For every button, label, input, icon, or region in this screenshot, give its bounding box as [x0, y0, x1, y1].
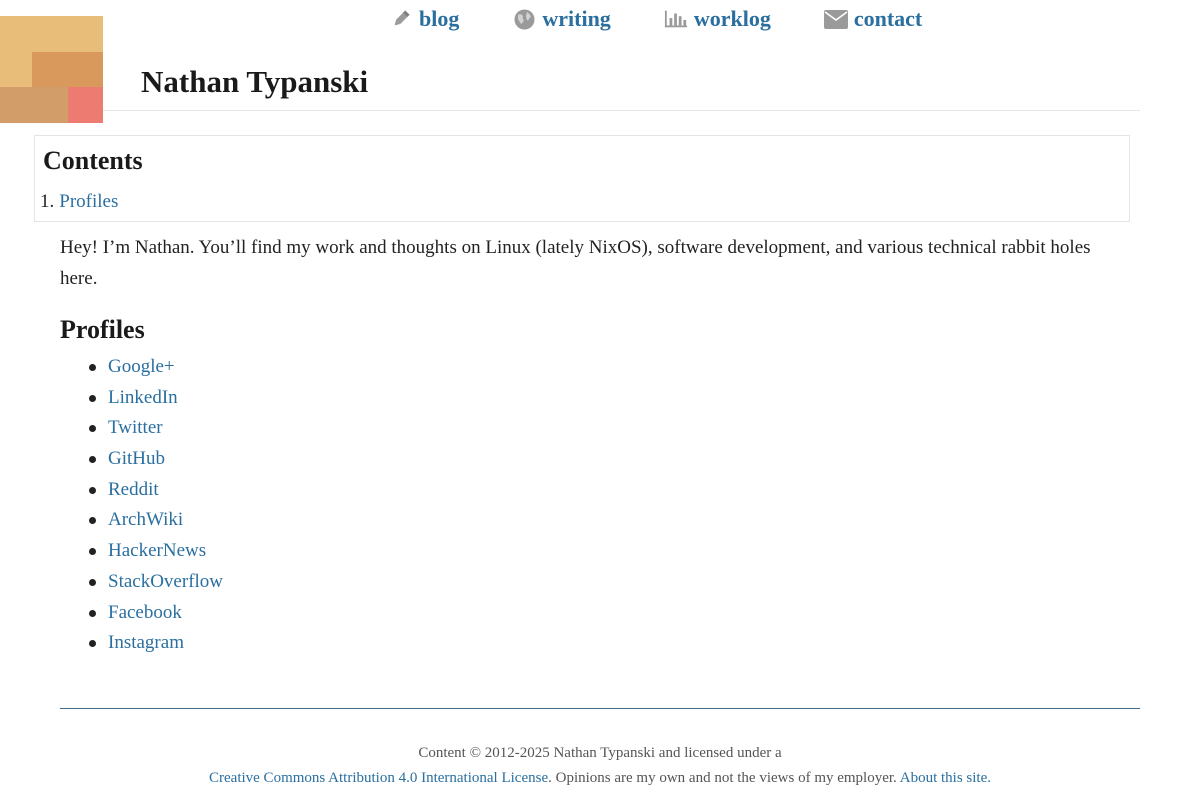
footer-line-2: Creative Commons Attribution 4.0 Interna…	[0, 766, 1200, 791]
profile-link-twitter[interactable]: Twitter	[108, 417, 163, 438]
profiles-list: Google+ LinkedIn Twitter GitHub Reddit A…	[88, 352, 223, 659]
list-item: Instagram	[88, 628, 223, 659]
header-divider	[103, 110, 1140, 111]
table-of-contents: Contents 1. Profiles	[34, 135, 1130, 222]
footer: Content © 2012-2025 Nathan Typanski and …	[0, 741, 1200, 791]
profile-link-reddit[interactable]: Reddit	[108, 479, 159, 500]
nav-label: contact	[853, 6, 923, 31]
profiles-heading: Profiles	[60, 315, 145, 344]
envelope-icon	[823, 8, 848, 30]
footer-copyright: Content © 2012-2025 Nathan Typanski and …	[418, 745, 782, 761]
site-logo[interactable]	[0, 16, 103, 123]
toc-item-number: 1.	[40, 191, 55, 212]
globe-icon	[512, 8, 536, 30]
license-link[interactable]: Creative Commons Attribution 4.0 Interna…	[209, 770, 548, 786]
pencil-icon	[389, 8, 413, 30]
logo-block-accent	[68, 87, 103, 123]
list-item: Reddit	[88, 475, 223, 506]
list-item: GitHub	[88, 444, 223, 475]
list-item: Twitter	[88, 413, 223, 444]
list-item: Facebook	[88, 598, 223, 629]
toc-title: Contents	[43, 146, 143, 175]
nav-link-blog[interactable]: blog	[389, 6, 459, 32]
list-item: StackOverflow	[88, 567, 223, 598]
list-item: Google+	[88, 352, 223, 383]
intro-paragraph: Hey! I’m Nathan. You’ll find my work and…	[60, 237, 1091, 289]
profile-link-hackernews[interactable]: HackerNews	[108, 540, 206, 561]
nav-label: writing	[542, 6, 611, 31]
list-item: HackerNews	[88, 536, 223, 567]
page: blog writing worklog contact Nathan Typa…	[0, 0, 1200, 800]
footer-opinion-text: . Opinions are my own and not the views …	[548, 770, 900, 786]
profile-link-instagram[interactable]: Instagram	[108, 632, 184, 653]
nav-link-worklog[interactable]: worklog	[664, 6, 771, 32]
footer-divider	[60, 708, 1140, 709]
about-site-link[interactable]: About this site.	[900, 770, 991, 786]
toc-link-profiles[interactable]: Profiles	[59, 191, 118, 212]
profile-link-stackoverflow[interactable]: StackOverflow	[108, 571, 223, 592]
logo-block	[0, 87, 68, 123]
nav-link-contact[interactable]: contact	[823, 6, 923, 32]
profile-link-facebook[interactable]: Facebook	[108, 602, 182, 623]
list-item: LinkedIn	[88, 383, 223, 414]
profile-link-linkedin[interactable]: LinkedIn	[108, 387, 178, 408]
nav-label: blog	[419, 6, 460, 31]
bar-chart-icon	[664, 8, 688, 30]
toc-item: 1. Profiles	[40, 191, 118, 213]
profile-link-googleplus[interactable]: Google+	[108, 356, 175, 377]
nav-link-writing[interactable]: writing	[512, 6, 611, 32]
nav-label: worklog	[693, 6, 771, 31]
profile-link-archwiki[interactable]: ArchWiki	[108, 509, 183, 530]
main-nav: blog writing worklog contact	[389, 4, 922, 34]
profile-link-github[interactable]: GitHub	[108, 448, 165, 469]
list-item: ArchWiki	[88, 505, 223, 536]
site-title[interactable]: Nathan Typanski	[141, 64, 368, 100]
